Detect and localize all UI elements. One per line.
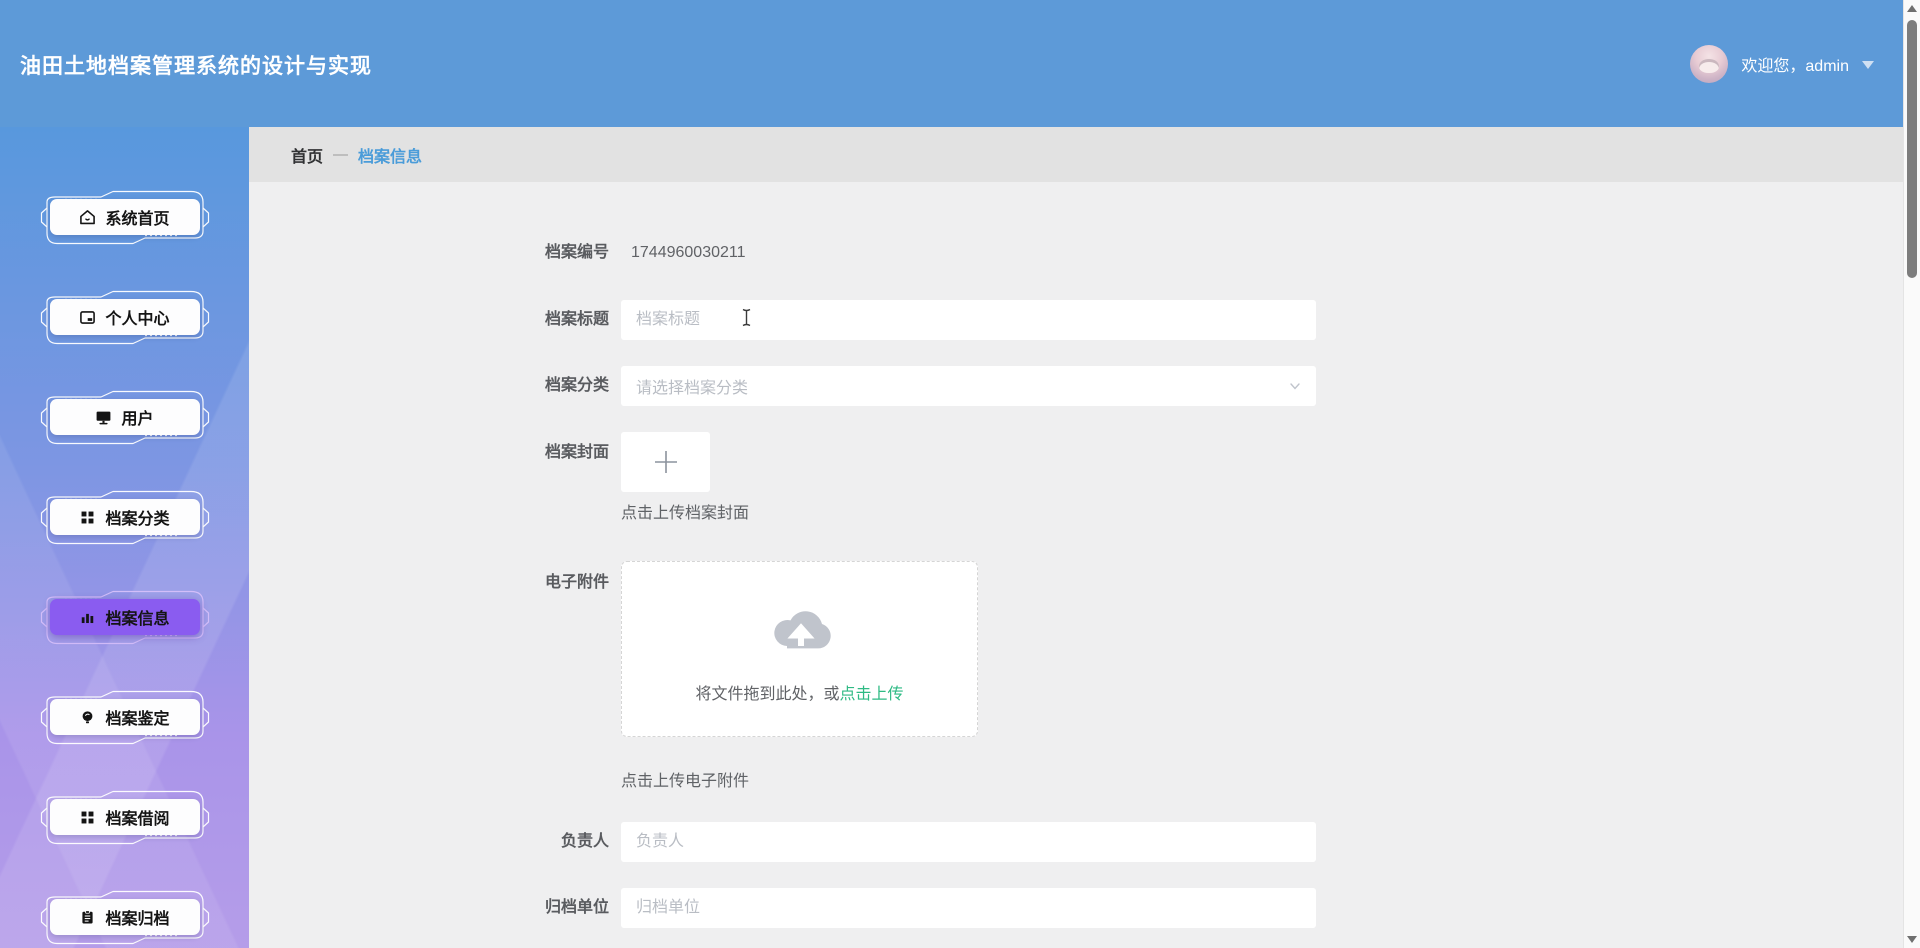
app-header: 油田土地档案管理系统的设计与实现 欢迎您，admin (0, 0, 1920, 127)
app-title: 油田土地档案管理系统的设计与实现 (20, 54, 372, 78)
sidebar-item-home[interactable]: 系统首页 (39, 188, 211, 246)
breadcrumb-current[interactable]: 档案信息 (358, 143, 422, 167)
user-menu[interactable]: 欢迎您，admin (1690, 0, 1874, 127)
sidebar-item-archive-category[interactable]: 档案分类 (39, 488, 211, 546)
archive-title-input[interactable] (621, 300, 1316, 340)
sidebar-item-label: 个人中心 (105, 311, 170, 328)
plus-icon (654, 451, 677, 473)
archive-no-label: 档案编号 (544, 244, 609, 261)
home-icon (80, 209, 96, 224)
dropzone-text: 将文件拖到此处，或点击上传 (695, 686, 904, 703)
grid-icon (82, 811, 94, 823)
sidebar: 系统首页 个人中心 用户 档案分类 档案信息 档案鉴定 档案借阅 档案归档 (0, 127, 249, 948)
archive-cover-label: 档案封面 (544, 444, 609, 461)
select-placeholder: 请选择档案分类 (636, 380, 749, 397)
sidebar-item-archive-filing[interactable]: 档案归档 (39, 888, 211, 946)
sidebar-item-archive-borrow[interactable]: 档案借阅 (39, 788, 211, 846)
scrollbar-thumb[interactable] (1907, 20, 1917, 278)
user-avatar[interactable] (1690, 44, 1729, 83)
sidebar-item-label: 系统首页 (105, 211, 170, 228)
id-card-icon (80, 310, 96, 324)
attachment-upload-tip: 点击上传电子附件 (621, 773, 750, 790)
filing-unit-label: 归档单位 (544, 899, 609, 916)
chevron-down-icon[interactable] (1862, 61, 1874, 69)
archive-category-select[interactable]: 请选择档案分类 (621, 366, 1316, 406)
monitor-icon (97, 411, 111, 424)
click-upload-link[interactable]: 点击上传 (840, 686, 904, 703)
sidebar-item-users[interactable]: 用户 (39, 388, 211, 446)
manager-label: 负责人 (560, 833, 609, 850)
bulb-icon (83, 710, 93, 723)
sidebar-item-label: 档案信息 (105, 611, 170, 628)
sidebar-item-profile[interactable]: 个人中心 (39, 288, 211, 346)
scroll-down-arrow-icon[interactable] (1907, 936, 1917, 943)
manager-input[interactable] (621, 822, 1316, 862)
breadcrumb-home[interactable]: 首页 (291, 143, 323, 167)
sidebar-item-archive-appraisal[interactable]: 档案鉴定 (39, 688, 211, 746)
bar-chart-icon (82, 613, 94, 623)
archive-category-label: 档案分类 (544, 377, 609, 394)
sidebar-item-label: 档案归档 (105, 911, 170, 928)
filing-unit-input[interactable] (621, 888, 1316, 928)
chevron-down-icon (1290, 383, 1300, 390)
archive-title-label: 档案标题 (544, 311, 609, 328)
sidebar-item-label: 档案鉴定 (105, 711, 170, 728)
sidebar-item-label: 档案分类 (105, 511, 170, 528)
breadcrumb-separator: — (333, 146, 349, 163)
sidebar-item-archive-info[interactable]: 档案信息 (39, 588, 211, 646)
sidebar-item-label: 档案借阅 (105, 811, 170, 828)
vertical-scrollbar[interactable] (1903, 0, 1920, 948)
text-cursor-icon (742, 308, 751, 327)
clipboard-icon (82, 909, 94, 923)
archive-form: 档案编号 1744960030211 档案标题 档案分类 请选择档案分类 档案封… (249, 182, 1920, 948)
archive-no-value: 1744960030211 (631, 244, 746, 261)
welcome-text: 欢迎您，admin (1741, 57, 1849, 75)
sidebar-item-label: 用户 (121, 411, 154, 428)
breadcrumb: 首页 — 档案信息 (249, 127, 1920, 182)
cover-upload-tip: 点击上传档案封面 (621, 505, 750, 522)
upload-cloud-icon (774, 611, 831, 649)
cover-upload-button[interactable] (621, 432, 710, 492)
attachment-dropzone[interactable]: 将文件拖到此处，或点击上传 (621, 561, 978, 737)
attachment-label: 电子附件 (544, 574, 609, 591)
grid-icon (82, 511, 94, 523)
scroll-up-arrow-icon[interactable] (1907, 5, 1917, 12)
